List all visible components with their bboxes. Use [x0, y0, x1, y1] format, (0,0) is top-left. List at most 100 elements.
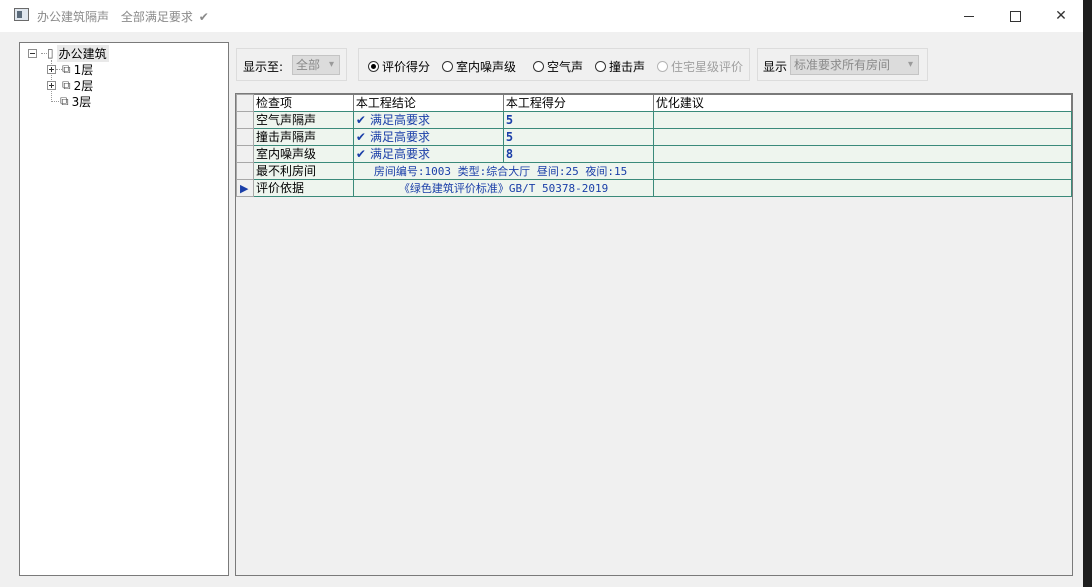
- conclusion-cell[interactable]: ✔ 满足高要求: [352, 128, 504, 146]
- title-bar: 办公建筑隔声 全部满足要求 ✔ ✕: [0, 0, 1083, 32]
- minimize-button[interactable]: [946, 0, 992, 32]
- table-row[interactable]: 最不利房间 房间编号:1003 类型:综合大厅 昼间:25 夜间:15: [236, 162, 1073, 180]
- radio-label[interactable]: 室内噪声级: [456, 58, 516, 75]
- tree-item-floor-2[interactable]: ⧉ 2层: [47, 77, 93, 93]
- chevron-down-icon: ▾: [907, 59, 913, 70]
- table-row[interactable]: 空气声隔声 ✔ 满足高要求 5: [236, 111, 1073, 129]
- tree-item-label[interactable]: 2层: [74, 77, 94, 94]
- minimize-icon: [964, 15, 974, 17]
- window-title: 办公建筑隔声 全部满足要求 ✔: [37, 8, 209, 25]
- radio-label: 住宅星级评价: [671, 60, 744, 74]
- row-indicator[interactable]: [236, 111, 254, 129]
- display-value: 标准要求所有房间: [794, 58, 891, 72]
- basis-text: 《绿色建筑评价标准》GB/T 50378-2019: [398, 181, 609, 195]
- table-row[interactable]: 室内噪声级 ✔ 满足高要求 8: [236, 145, 1073, 163]
- main-window: 办公建筑隔声 全部满足要求 ✔ ✕ ▯ 办公建筑 ⧉ 1层 ⧉ 2层 ⧉ 3层 …: [0, 0, 1083, 587]
- building-tree[interactable]: ▯ 办公建筑 ⧉ 1层 ⧉ 2层 ⧉ 3层: [19, 42, 229, 576]
- app-icon: [14, 8, 29, 21]
- building-icon: ▯: [47, 46, 54, 60]
- advice-cell[interactable]: [652, 111, 1073, 129]
- show-to-select[interactable]: 全部 ▾: [292, 55, 340, 75]
- score-text: 5: [505, 112, 514, 127]
- radio-impact[interactable]: 撞击声: [595, 58, 645, 75]
- radio-residential-star: 住宅星级评价: [657, 58, 743, 75]
- expand-icon[interactable]: [47, 80, 56, 90]
- column-header[interactable]: 检查项: [252, 94, 354, 112]
- advice-cell[interactable]: [652, 162, 1073, 180]
- radio-checked-icon[interactable]: [368, 61, 379, 72]
- result-table: 检查项 本工程结论 本工程得分 优化建议 空气声隔声 ✔ 满足高要求 5 撞击声隔…: [236, 94, 1073, 197]
- radio-indoor-noise[interactable]: 室内噪声级: [442, 58, 516, 75]
- conclusion-text: 满足高要求: [369, 112, 430, 127]
- radio-airborne[interactable]: 空气声: [533, 58, 583, 75]
- close-button[interactable]: ✕: [1038, 0, 1084, 32]
- radio-icon[interactable]: [442, 61, 453, 72]
- window-title-text: 办公建筑隔声: [37, 10, 110, 24]
- radio-label[interactable]: 空气声: [547, 58, 583, 75]
- expand-icon[interactable]: [47, 64, 56, 74]
- check-item-cell[interactable]: 撞击声隔声: [252, 128, 354, 146]
- check-icon: ✔: [355, 146, 366, 161]
- tree-root-label[interactable]: 办公建筑: [56, 44, 109, 62]
- floor-icon: ⧉: [62, 77, 71, 92]
- table-row[interactable]: ▶ 评价依据 《绿色建筑评价标准》GB/T 50378-2019: [236, 179, 1073, 197]
- score-cell[interactable]: 8: [502, 145, 654, 163]
- tree-item-label[interactable]: 1层: [74, 61, 94, 78]
- check-item-cell[interactable]: 室内噪声级: [252, 145, 354, 163]
- conclusion-text: 满足高要求: [369, 129, 430, 144]
- chevron-down-icon: ▾: [328, 59, 334, 70]
- check-icon: ✔: [355, 129, 366, 144]
- row-indicator[interactable]: ▶: [236, 179, 254, 197]
- maximize-button[interactable]: [992, 0, 1038, 32]
- score-cell[interactable]: 5: [502, 111, 654, 129]
- floor-icon: ⧉: [62, 61, 71, 76]
- overall-status: 全部满足要求: [120, 10, 193, 24]
- tree-item-floor-1[interactable]: ⧉ 1层: [47, 61, 93, 77]
- radio-icon[interactable]: [533, 61, 544, 72]
- maximize-icon: [1009, 10, 1021, 22]
- result-grid[interactable]: 检查项 本工程结论 本工程得分 优化建议 空气声隔声 ✔ 满足高要求 5 撞击声隔…: [235, 93, 1073, 576]
- display-select[interactable]: 标准要求所有房间 ▾: [790, 55, 919, 75]
- tree-item-floor-3[interactable]: ⧉ 3层: [52, 93, 92, 110]
- status-check-icon: ✔: [198, 10, 209, 24]
- conclusion-cell[interactable]: ✔ 满足高要求: [352, 111, 504, 129]
- column-header[interactable]: 本工程得分: [502, 94, 654, 112]
- display-label: 显示: [763, 60, 788, 74]
- conclusion-text: 满足高要求: [369, 146, 430, 161]
- advice-cell[interactable]: [652, 145, 1073, 163]
- row-indicator[interactable]: [236, 162, 254, 180]
- radio-icon: [657, 61, 668, 72]
- worst-room-text: 房间编号:1003 类型:综合大厅 昼间:25 夜间:15: [373, 164, 628, 178]
- tree-item-label[interactable]: 3层: [72, 93, 92, 110]
- tree-root[interactable]: ▯ 办公建筑: [28, 44, 109, 62]
- table-header-row: 检查项 本工程结论 本工程得分 优化建议: [236, 94, 1073, 112]
- close-icon: ✕: [1055, 8, 1067, 24]
- score-text: 8: [505, 146, 514, 161]
- check-item-cell[interactable]: 评价依据: [252, 179, 354, 197]
- row-indicator[interactable]: [236, 145, 254, 163]
- radio-score[interactable]: 评价得分: [368, 58, 430, 75]
- score-cell[interactable]: 5: [502, 128, 654, 146]
- floor-icon: ⧉: [60, 93, 69, 108]
- conclusion-cell[interactable]: ✔ 满足高要求: [352, 145, 504, 163]
- column-header[interactable]: 本工程结论: [352, 94, 504, 112]
- radio-icon[interactable]: [595, 61, 606, 72]
- show-to-value: 全部: [296, 58, 321, 72]
- row-indicator-header: [236, 94, 254, 112]
- table-row[interactable]: 撞击声隔声 ✔ 满足高要求 5: [236, 128, 1073, 146]
- advice-cell[interactable]: [652, 179, 1073, 197]
- score-text: 5: [505, 129, 514, 144]
- basis-cell[interactable]: 《绿色建筑评价标准》GB/T 50378-2019: [352, 179, 654, 197]
- worst-room-cell[interactable]: 房间编号:1003 类型:综合大厅 昼间:25 夜间:15: [352, 162, 654, 180]
- show-to-label: 显示至:: [243, 60, 284, 74]
- check-icon: ✔: [355, 112, 366, 127]
- radio-label[interactable]: 评价得分: [382, 58, 430, 75]
- advice-cell[interactable]: [652, 128, 1073, 146]
- radio-label[interactable]: 撞击声: [609, 58, 645, 75]
- current-row-pointer-icon: ▶: [240, 181, 249, 195]
- column-header[interactable]: 优化建议: [652, 94, 1073, 112]
- check-item-cell[interactable]: 最不利房间: [252, 162, 354, 180]
- row-indicator[interactable]: [236, 128, 254, 146]
- collapse-icon[interactable]: [28, 48, 37, 58]
- check-item-cell[interactable]: 空气声隔声: [252, 111, 354, 129]
